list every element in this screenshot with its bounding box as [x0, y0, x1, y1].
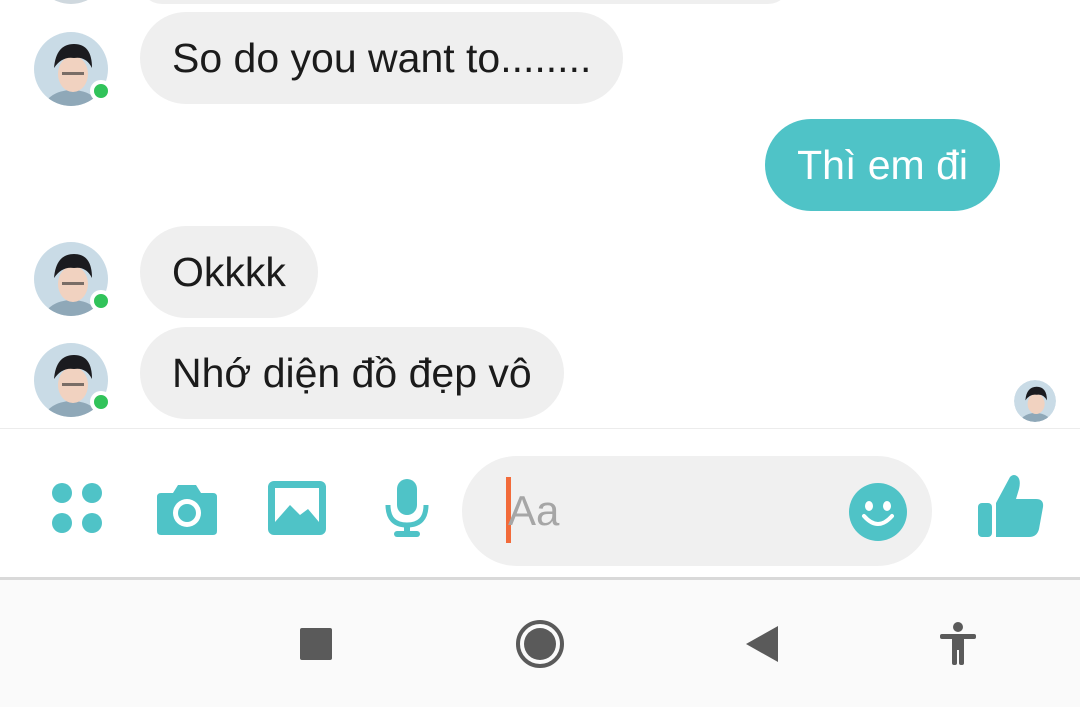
- microphone-icon[interactable]: [382, 477, 432, 539]
- message-bubble-partial: [140, 0, 790, 4]
- contact-avatar[interactable]: [34, 32, 112, 106]
- camera-icon[interactable]: [155, 481, 219, 537]
- home-circle-icon[interactable]: [510, 614, 570, 674]
- system-navigation-bar: [0, 577, 1080, 707]
- apps-grid-icon[interactable]: [50, 481, 104, 535]
- incoming-message-bubble[interactable]: Okkkk: [140, 226, 318, 318]
- emoji-icon[interactable]: [848, 482, 908, 542]
- seen-receipt-avatar: [1014, 380, 1056, 422]
- back-triangle-icon[interactable]: [732, 614, 792, 674]
- accessibility-icon[interactable]: [928, 614, 988, 674]
- avatar-partial[interactable]: [34, 0, 108, 4]
- avatar-image: [1014, 380, 1056, 422]
- online-status-dot: [90, 80, 112, 102]
- message-composer: Aa: [0, 429, 1080, 577]
- thumbs-up-icon[interactable]: [976, 471, 1046, 541]
- message-input-placeholder: Aa: [508, 487, 560, 534]
- message-input[interactable]: Aa: [462, 456, 932, 566]
- chat-thread: So do you want to........ Thì em đi Okkk…: [0, 0, 1080, 428]
- gallery-icon[interactable]: [266, 479, 328, 537]
- online-status-dot: [90, 391, 112, 413]
- contact-avatar[interactable]: [34, 343, 112, 417]
- incoming-message-bubble[interactable]: Nhớ diện đồ đẹp vô: [140, 327, 564, 419]
- online-status-dot: [90, 290, 112, 312]
- incoming-message-bubble[interactable]: So do you want to........: [140, 12, 624, 104]
- contact-avatar[interactable]: [34, 242, 112, 316]
- recents-square-icon[interactable]: [286, 614, 346, 674]
- outgoing-message-bubble[interactable]: Thì em đi: [765, 119, 1000, 211]
